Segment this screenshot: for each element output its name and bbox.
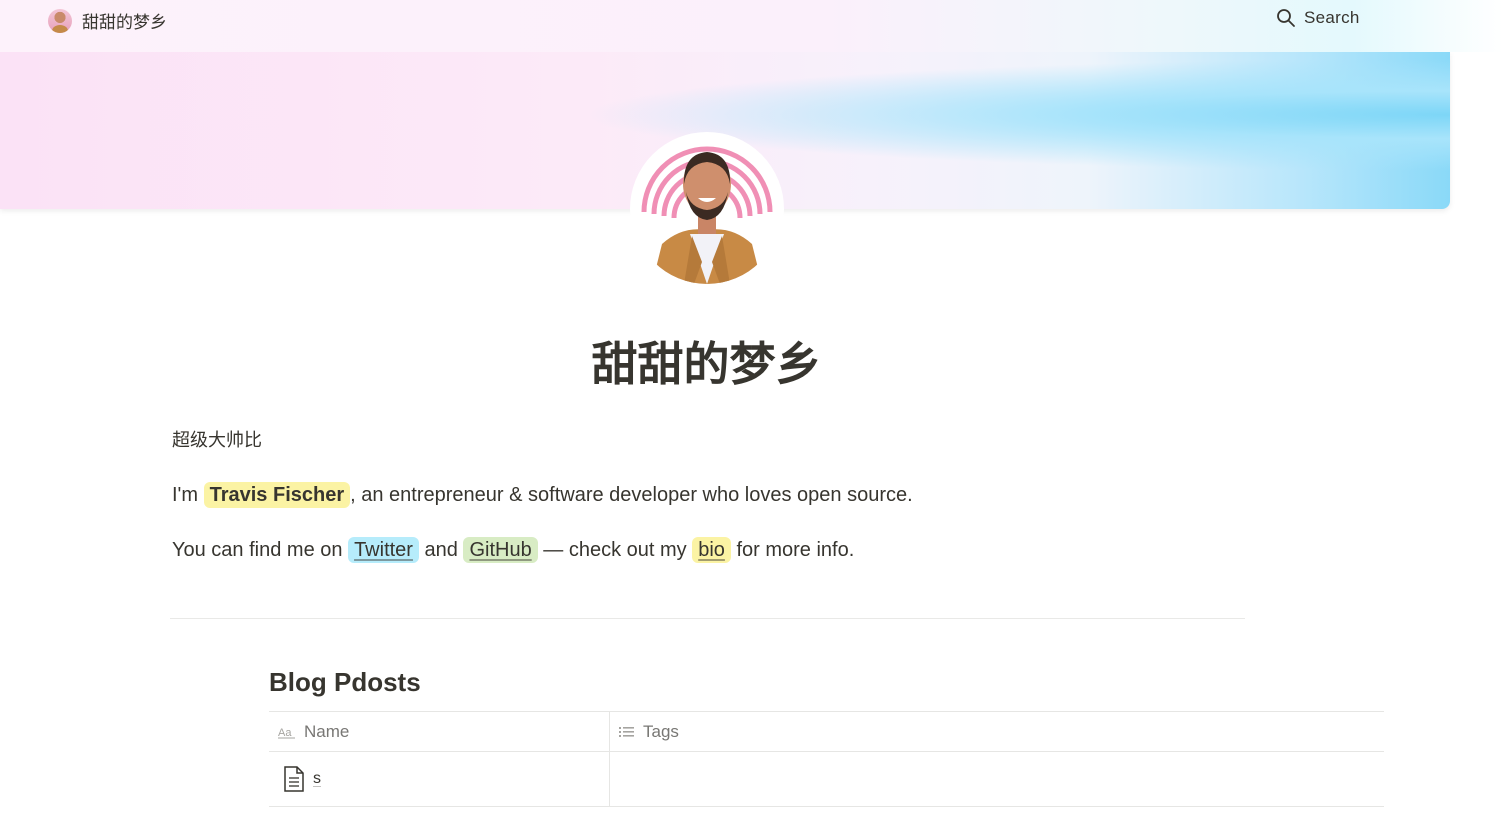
database-title[interactable]: Blog Pdosts [269, 667, 421, 698]
intro-paragraph: I'm Travis Fischer, an entrepreneur & so… [172, 480, 1244, 510]
row-title[interactable]: s [313, 770, 321, 788]
svg-text:Aa: Aa [278, 727, 292, 739]
row-tags-cell[interactable] [610, 752, 1384, 806]
avatar [48, 8, 72, 33]
bio-link[interactable]: bio [692, 537, 731, 563]
intro-prefix: I'm [172, 484, 204, 506]
page-content: 超级大帅比 I'm Travis Fischer, an entrepreneu… [172, 426, 1244, 565]
links-suffix: for more info. [730, 539, 855, 561]
github-link[interactable]: GitHub [463, 537, 538, 563]
site-title[interactable]: 甜甜的梦乡 [82, 8, 167, 33]
links-and: and [418, 539, 464, 561]
search-label: Search [1304, 8, 1360, 27]
page-subtitle: 超级大帅比 [172, 430, 262, 451]
column-header-tags[interactable]: Tags [610, 712, 1384, 751]
intro-suffix: , an entrepreneur & software developer w… [350, 484, 913, 506]
database-table: Aa Name Tags s [269, 711, 1384, 807]
links-paragraph: You can find me on Twitter and GitHub — … [172, 535, 1244, 565]
twitter-link[interactable]: Twitter [348, 537, 419, 563]
column-header-name[interactable]: Aa Name [269, 712, 610, 751]
page-title: 甜甜的梦乡 [591, 337, 822, 391]
search-button[interactable]: Search [1276, 8, 1360, 28]
list-property-icon [619, 725, 635, 739]
table-header-row: Aa Name Tags [269, 711, 1384, 752]
top-bar: 甜甜的梦乡 Search [0, 0, 1503, 52]
search-icon [1276, 8, 1296, 28]
author-name: Travis Fischer [203, 482, 351, 508]
table-row[interactable]: s [269, 752, 1384, 807]
links-middle: — check out my [537, 539, 693, 561]
links-prefix: You can find me on [172, 539, 349, 561]
column-header-label: Tags [643, 721, 679, 741]
text-property-icon: Aa [278, 725, 296, 739]
row-name-cell[interactable]: s [269, 752, 610, 806]
page-document-icon [283, 766, 305, 792]
breadcrumb[interactable]: 甜甜的梦乡 [48, 8, 167, 33]
divider [170, 618, 1245, 619]
page-icon-avatar [630, 132, 784, 286]
column-header-label: Name [304, 721, 350, 741]
